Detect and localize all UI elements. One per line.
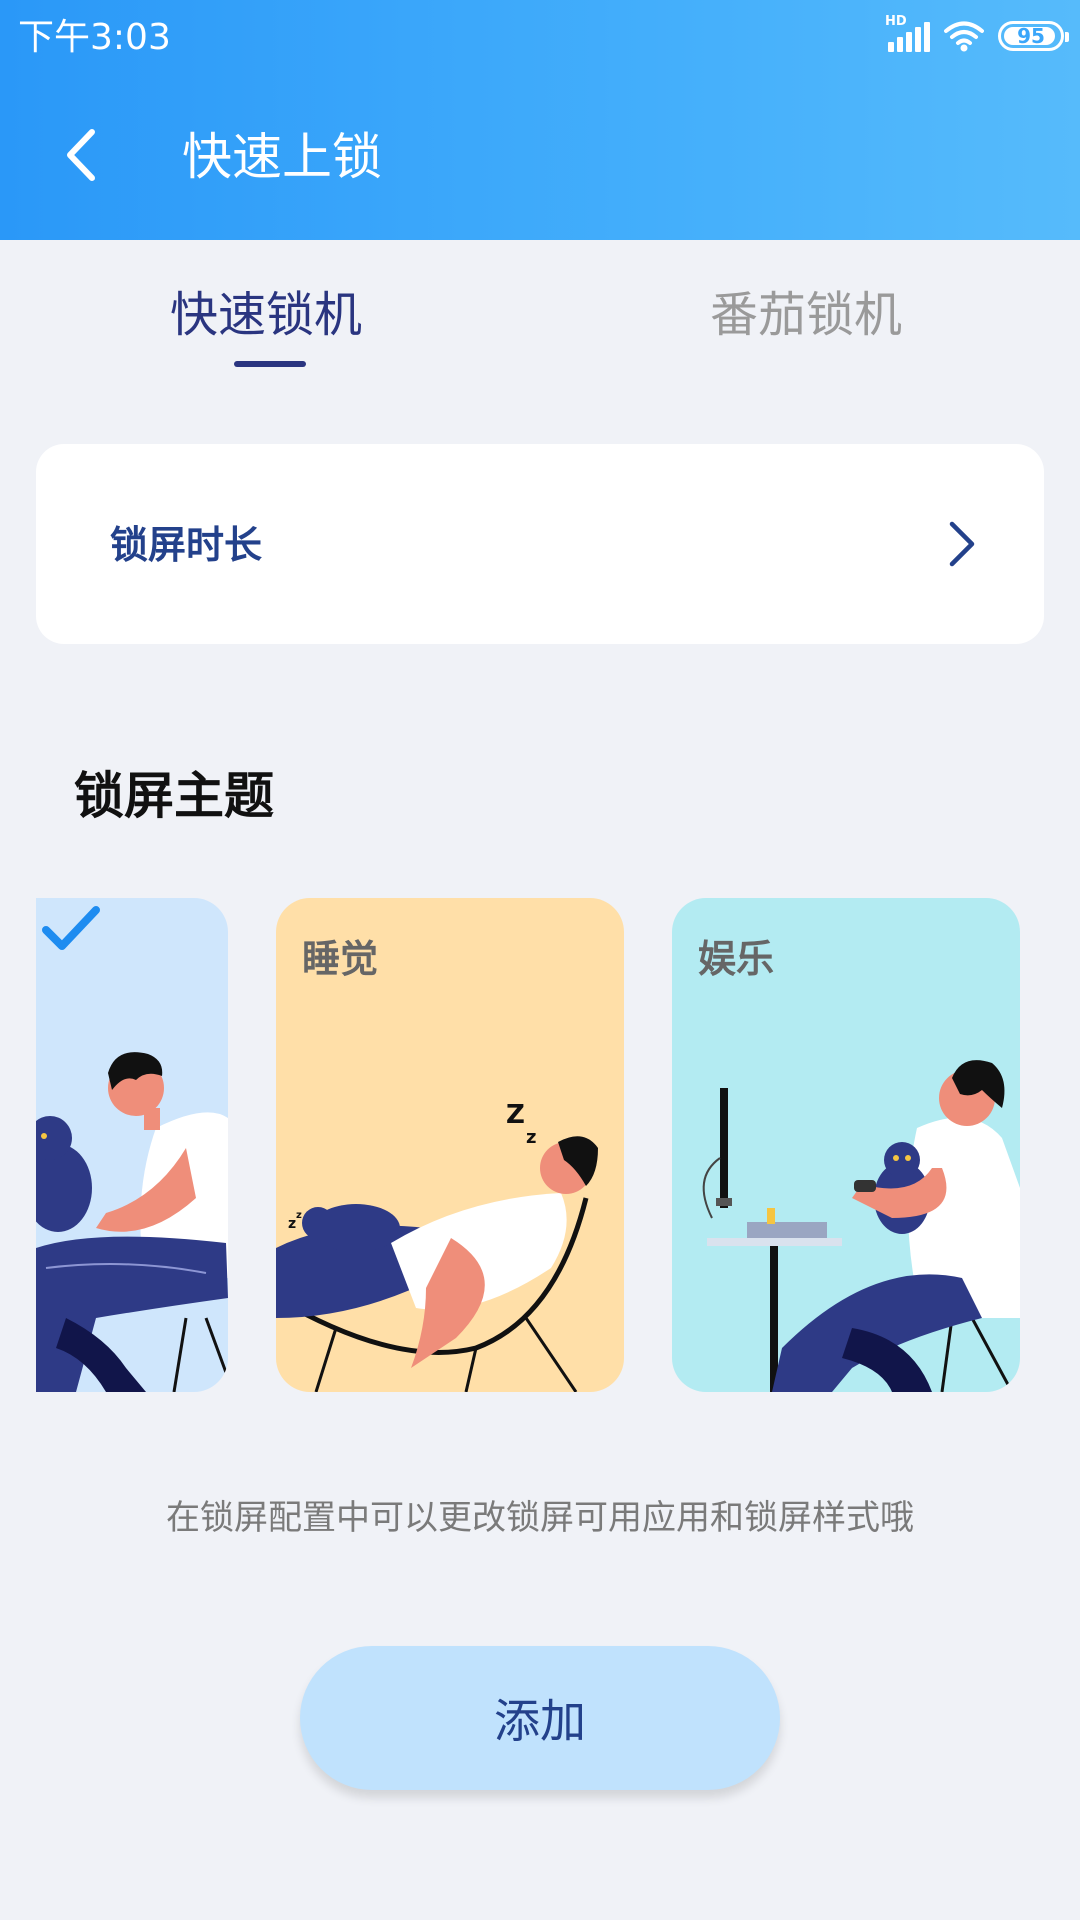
signal-icon: HD <box>885 14 930 52</box>
theme-label-fun: 娱乐 <box>698 937 775 981</box>
status-time: 下午3:03 <box>18 17 171 58</box>
tab-quick-lock[interactable]: 快速锁机 <box>170 280 362 350</box>
theme-card-study[interactable] <box>36 898 228 1392</box>
theme-label-sleep: 睡觉 <box>302 937 379 981</box>
theme-card-fun[interactable]: 娱乐 <box>672 898 1020 1392</box>
svg-text:Z: Z <box>506 1100 525 1130</box>
lock-duration-row[interactable]: 锁屏时长 <box>36 444 1044 644</box>
theme-card-sleep[interactable]: Z z z z 睡觉 <box>276 898 624 1392</box>
svg-text:z: z <box>296 1210 302 1221</box>
chevron-right-icon <box>949 521 975 567</box>
battery-level: 95 <box>1017 24 1045 48</box>
svg-text:z: z <box>288 1216 296 1232</box>
hint-text: 在锁屏配置中可以更改锁屏可用应用和锁屏样式哦 <box>166 1498 914 1538</box>
add-button[interactable]: 添加 <box>300 1646 780 1790</box>
battery-icon: 95 <box>998 21 1069 51</box>
person-with-cat-illustration <box>36 1052 228 1392</box>
status-icons: HD 95 <box>885 14 1069 56</box>
app-header: 下午3:03 HD 95 快速上锁 <box>0 0 1080 240</box>
svg-text:z: z <box>526 1127 536 1148</box>
section-title: 锁屏主题 <box>74 767 274 825</box>
tab-tomato-lock[interactable]: 番茄锁机 <box>710 280 902 350</box>
wifi-icon <box>944 21 984 52</box>
tab-active-indicator <box>234 361 306 367</box>
page-title: 快速上锁 <box>182 128 382 186</box>
signal-hd-label: HD <box>885 14 907 29</box>
chevron-left-icon[interactable] <box>52 120 112 190</box>
lock-duration-label: 锁屏时长 <box>110 523 263 567</box>
check-icon <box>42 906 100 950</box>
